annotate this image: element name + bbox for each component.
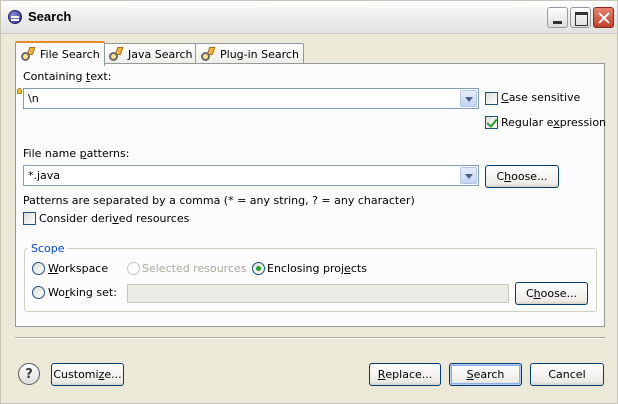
tab-java-search[interactable]: Java Search [103, 43, 198, 65]
tab-label: File Search [40, 48, 100, 61]
containing-text-value[interactable]: \n [28, 92, 39, 105]
tab-label: Java Search [128, 48, 193, 61]
derived-resources-checkbox[interactable] [23, 212, 36, 225]
workspace-radio[interactable] [32, 262, 45, 275]
patterns-hint: Patterns are separated by a comma (* = a… [23, 194, 415, 207]
title-bar[interactable]: Search [1, 1, 617, 34]
file-patterns-value[interactable]: *.java [28, 169, 60, 182]
footer-separator [15, 337, 605, 339]
chevron-down-icon[interactable] [460, 167, 477, 184]
scope-title: Scope [28, 242, 68, 255]
selected-resources-radio[interactable] [127, 262, 140, 275]
file-search-panel: Containing text: \n Case sensitive Regul… [15, 63, 607, 327]
close-button[interactable] [593, 7, 614, 28]
tab-file-search[interactable]: File Search [15, 41, 105, 66]
cancel-button[interactable]: Cancel [530, 363, 604, 386]
derived-resources-label: Consider derived resources [39, 212, 190, 225]
file-search-icon [20, 46, 36, 63]
choose-working-set-button[interactable]: Ch oose... [515, 282, 588, 305]
file-patterns-combo[interactable]: *.java [23, 165, 479, 186]
java-search-icon [108, 46, 124, 63]
maximize-button[interactable] [570, 7, 591, 28]
choose-patterns-button[interactable]: Ch oose... [485, 165, 559, 188]
chevron-down-icon[interactable] [460, 90, 477, 107]
help-icon[interactable]: ? [18, 363, 40, 385]
file-patterns-label: File name patterns: [23, 147, 130, 160]
plugin-search-icon [200, 46, 216, 63]
eclipse-icon [8, 10, 22, 24]
enclosing-projects-radio[interactable] [252, 262, 265, 275]
search-button[interactable]: Search [449, 363, 522, 386]
workspace-label: Workspace [48, 262, 109, 275]
containing-text-combo[interactable]: \n [23, 88, 479, 109]
replace-button[interactable]: Replace... [369, 363, 441, 386]
tab-label: Plug-in Search [220, 48, 299, 61]
enclosing-projects-label: Enclosing projects [267, 262, 367, 275]
search-dialog: Search File Search Java Search Plug-in S… [0, 0, 618, 404]
minimize-button[interactable] [547, 7, 568, 28]
case-sensitive-label: Case sensitive [501, 91, 581, 104]
content-assist-icon [17, 88, 22, 94]
window-title: Search [28, 9, 72, 24]
working-set-field[interactable] [127, 284, 509, 303]
tab-plugin-search[interactable]: Plug-in Search [195, 43, 304, 65]
customize-button[interactable]: Customi z e... [51, 363, 124, 386]
working-set-radio[interactable] [32, 286, 45, 299]
selected-resources-label: Selected resources [142, 262, 247, 275]
regular-expression-label: Regular expression [501, 116, 607, 129]
working-set-label: Working set: [48, 286, 117, 299]
case-sensitive-checkbox[interactable] [485, 92, 498, 105]
regular-expression-checkbox[interactable] [485, 116, 498, 129]
containing-text-label: Containing text: [23, 70, 112, 83]
